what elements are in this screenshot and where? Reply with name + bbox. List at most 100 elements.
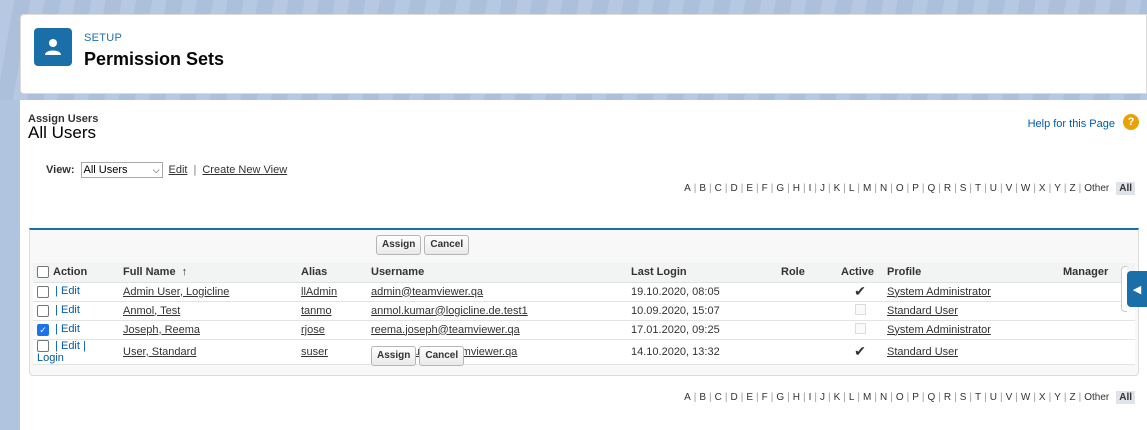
full-name-link[interactable]: Anmol, Test [123, 305, 180, 317]
alphabet-letter[interactable]: Z [1066, 183, 1078, 194]
alphabet-letter[interactable]: U [987, 183, 1000, 194]
view-select[interactable]: All Users ⌵ [80, 162, 163, 178]
question-icon[interactable]: ? [1123, 114, 1139, 130]
alphabet-letter[interactable]: T [972, 183, 984, 194]
alias-cell: suser [297, 339, 367, 365]
edit-view-link[interactable]: Edit [169, 164, 188, 176]
cancel-button[interactable]: Cancel [419, 346, 465, 366]
alphabet-letter[interactable]: D [728, 392, 741, 403]
alphabet-letter[interactable]: M [860, 183, 874, 194]
side-panel-toggle[interactable]: ◀ [1127, 271, 1147, 307]
alphabet-letter[interactable]: L [846, 183, 858, 194]
alphabet-letter[interactable]: E [743, 392, 756, 403]
row-action-links[interactable]: | Edit [55, 285, 80, 297]
select-all-checkbox[interactable] [37, 266, 49, 279]
header-section: SETUP [84, 32, 123, 44]
row-checkbox[interactable] [37, 304, 49, 317]
alphabet-letter[interactable]: Y [1051, 183, 1064, 194]
alphabet-letter[interactable]: H [790, 183, 803, 194]
alphabet-letter[interactable]: O [893, 392, 907, 403]
header-last-login[interactable]: Last Login [627, 263, 777, 283]
alphabet-letter[interactable]: V [1003, 183, 1016, 194]
profile-link[interactable]: Standard User [887, 305, 958, 317]
alphabet-letter[interactable]: I [806, 392, 815, 403]
alphabet-letter[interactable]: C [712, 183, 725, 194]
alphabet-letter[interactable]: B [696, 183, 709, 194]
alphabet-letter[interactable]: D [728, 183, 741, 194]
alphabet-letter[interactable]: P [909, 392, 922, 403]
alphabet-letter[interactable]: F [759, 183, 771, 194]
alias-link[interactable]: rjose [301, 324, 325, 336]
header-alias[interactable]: Alias [297, 263, 367, 283]
alphabet-letter[interactable]: Q [925, 392, 939, 403]
profile-link[interactable]: System Administrator [887, 324, 991, 336]
alphabet-letter[interactable]: R [941, 392, 954, 403]
alphabet-letter[interactable]: Y [1051, 392, 1064, 403]
caret-left-icon: ◀ [1132, 283, 1142, 296]
alphabet-letter[interactable]: R [941, 183, 954, 194]
alias-link[interactable]: llAdmin [301, 286, 337, 298]
full-name-link[interactable]: Joseph, Reema [123, 324, 200, 336]
alphabet-letter[interactable]: U [987, 392, 1000, 403]
row-action-links[interactable]: | Edit [55, 304, 80, 316]
alphabet-letter[interactable]: X [1036, 392, 1049, 403]
profile-link[interactable]: System Administrator [887, 286, 991, 298]
alphabet-letter[interactable]: P [909, 183, 922, 194]
alphabet-letter[interactable]: C [712, 392, 725, 403]
alphabet-letter[interactable]: M [860, 392, 874, 403]
alphabet-letter[interactable]: J [817, 183, 828, 194]
alphabet-letter[interactable]: A [681, 183, 694, 194]
last-login-cell: 10.09.2020, 15:07 [627, 301, 777, 321]
alphabet-letter[interactable]: Other [1081, 392, 1112, 403]
profile-link[interactable]: Standard User [887, 346, 958, 358]
header-active[interactable]: Active [837, 263, 883, 283]
alphabet-all[interactable]: All [1116, 391, 1135, 404]
alphabet-letter[interactable]: S [957, 183, 970, 194]
alphabet-letter[interactable]: X [1036, 183, 1049, 194]
alphabet-letter[interactable]: A [681, 392, 694, 403]
username-link[interactable]: reema.joseph@teamviewer.qa [371, 324, 520, 336]
full-name-link[interactable]: User, Standard [123, 346, 196, 358]
username-link[interactable]: admin@teamviewer.qa [371, 286, 483, 298]
alphabet-letter[interactable]: V [1003, 392, 1016, 403]
alphabet-letter[interactable]: W [1018, 392, 1033, 403]
alphabet-letter[interactable]: J [817, 392, 828, 403]
alphabet-letter[interactable]: N [877, 183, 890, 194]
row-checkbox[interactable]: ✓ [37, 323, 49, 336]
alphabet-letter[interactable]: K [831, 392, 844, 403]
alphabet-all[interactable]: All [1116, 182, 1135, 195]
alias-link[interactable]: suser [301, 346, 328, 358]
alphabet-letter[interactable]: Q [925, 183, 939, 194]
alphabet-letter[interactable]: T [972, 392, 984, 403]
alphabet-letter[interactable]: G [773, 183, 787, 194]
alphabet-letter[interactable]: Other [1081, 183, 1112, 194]
create-new-view-link[interactable]: Create New View [202, 164, 287, 176]
alphabet-letter[interactable]: N [877, 392, 890, 403]
alphabet-letter[interactable]: W [1018, 183, 1033, 194]
alphabet-letter[interactable]: L [846, 392, 858, 403]
alphabet-letter[interactable]: F [759, 392, 771, 403]
assign-button[interactable]: Assign [371, 346, 417, 366]
row-action-links[interactable]: | Edit [55, 323, 80, 335]
username-link[interactable]: anmol.kumar@logicline.de.test1 [371, 305, 528, 317]
header-username[interactable]: Username [367, 263, 627, 283]
row-checkbox[interactable] [37, 339, 49, 352]
header-profile[interactable]: Profile [883, 263, 1059, 283]
help-link[interactable]: Help for this Page [1028, 118, 1115, 130]
alphabet-letter[interactable]: Z [1066, 392, 1078, 403]
cancel-button[interactable]: Cancel [424, 235, 470, 255]
header-full-name[interactable]: Full Name ↑ [119, 263, 297, 283]
full-name-link[interactable]: Admin User, Logicline [123, 286, 229, 298]
alphabet-letter[interactable]: H [790, 392, 803, 403]
alphabet-letter[interactable]: B [696, 392, 709, 403]
row-checkbox[interactable] [37, 285, 49, 298]
alphabet-letter[interactable]: E [743, 183, 756, 194]
alphabet-letter[interactable]: G [773, 392, 787, 403]
assign-button[interactable]: Assign [376, 235, 422, 255]
alphabet-letter[interactable]: K [831, 183, 844, 194]
header-role[interactable]: Role [777, 263, 837, 283]
alphabet-letter[interactable]: S [957, 392, 970, 403]
alias-link[interactable]: tanmo [301, 305, 332, 317]
alphabet-letter[interactable]: O [893, 183, 907, 194]
alphabet-letter[interactable]: I [806, 183, 815, 194]
